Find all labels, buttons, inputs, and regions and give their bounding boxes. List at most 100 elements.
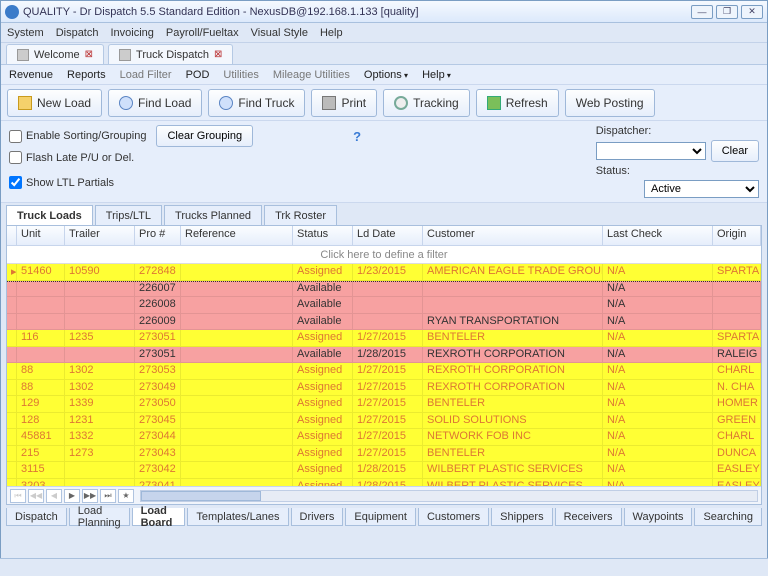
show-ltl-checkbox[interactable]: Show LTL Partials bbox=[9, 176, 253, 189]
tracking-button[interactable]: Tracking bbox=[383, 89, 470, 117]
dock-tab-welcome[interactable]: Welcome ⊠ bbox=[6, 44, 104, 64]
menu-dispatch[interactable]: Dispatch bbox=[56, 27, 99, 39]
nav-next[interactable]: ▶ bbox=[64, 489, 80, 503]
close-icon[interactable]: ⊠ bbox=[214, 49, 222, 60]
bottom-tab-customers[interactable]: Customers bbox=[418, 508, 489, 526]
enable-sorting-checkbox[interactable]: Enable Sorting/Grouping bbox=[9, 130, 146, 143]
bottom-tab-equipment[interactable]: Equipment bbox=[345, 508, 416, 526]
col-ld-date[interactable]: Ld Date bbox=[353, 226, 423, 245]
menu-invoicing[interactable]: Invoicing bbox=[110, 27, 153, 39]
col-customer[interactable]: Customer bbox=[423, 226, 603, 245]
dispatcher-label: Dispatcher: bbox=[596, 125, 652, 137]
table-row[interactable]: 458811332273044Assigned1/27/2015NETWORK … bbox=[7, 429, 761, 446]
submenu-utilities[interactable]: Utilities bbox=[223, 69, 258, 81]
table-row[interactable]: 1161235273051Assigned1/27/2015BENTELERN/… bbox=[7, 330, 761, 347]
submenu-load-filter[interactable]: Load Filter bbox=[120, 69, 172, 81]
nav-prev[interactable]: ◀ bbox=[46, 489, 62, 503]
print-icon bbox=[322, 96, 336, 110]
menu-payroll[interactable]: Payroll/Fueltax bbox=[166, 27, 239, 39]
loads-grid: Unit Trailer Pro # Reference Status Ld D… bbox=[6, 225, 762, 505]
table-row[interactable]: 881302273049Assigned1/27/2015REXROTH COR… bbox=[7, 380, 761, 397]
grid-tab-trips-ltl[interactable]: Trips/LTL bbox=[95, 205, 162, 225]
nav-first[interactable]: ⏮ bbox=[10, 489, 26, 503]
help-icon[interactable]: ? bbox=[353, 129, 361, 144]
table-row[interactable]: 1291339273050Assigned1/27/2015BENTELERN/… bbox=[7, 396, 761, 413]
submenu-options[interactable]: Options bbox=[364, 69, 408, 81]
refresh-icon bbox=[487, 96, 501, 110]
bottom-tab-templates[interactable]: Templates/Lanes bbox=[187, 508, 288, 526]
horizontal-scrollbar[interactable] bbox=[140, 490, 758, 502]
nav-next-page[interactable]: ▶▶ bbox=[82, 489, 98, 503]
submenu-pod[interactable]: POD bbox=[186, 69, 210, 81]
welcome-icon bbox=[17, 49, 29, 61]
bottom-tab-waypoints[interactable]: Waypoints bbox=[624, 508, 693, 526]
grid-tab-trk-roster[interactable]: Trk Roster bbox=[264, 205, 337, 225]
menu-system[interactable]: System bbox=[7, 27, 44, 39]
status-label: Status: bbox=[596, 165, 630, 177]
bottom-tab-dispatch[interactable]: Dispatch bbox=[6, 508, 67, 526]
menu-visual-style[interactable]: Visual Style bbox=[251, 27, 308, 39]
col-trailer[interactable]: Trailer bbox=[65, 226, 135, 245]
main-menubar: System Dispatch Invoicing Payroll/Fuelta… bbox=[1, 23, 767, 43]
find-truck-icon bbox=[219, 96, 233, 110]
bottom-tab-searching[interactable]: Searching bbox=[694, 508, 762, 526]
submenu-reports[interactable]: Reports bbox=[67, 69, 106, 81]
sub-menubar: Revenue Reports Load Filter POD Utilitie… bbox=[1, 65, 767, 85]
table-row[interactable]: 226008AvailableN/A bbox=[7, 297, 761, 314]
bottom-tab-load-board[interactable]: Load Board bbox=[132, 508, 186, 526]
clear-grouping-button[interactable]: Clear Grouping bbox=[156, 125, 253, 147]
clear-dispatcher-button[interactable]: Clear bbox=[711, 140, 759, 162]
new-icon bbox=[18, 96, 32, 110]
close-icon[interactable]: ⊠ bbox=[85, 49, 93, 60]
table-row[interactable]: 1281231273045Assigned1/27/2015SOLID SOLU… bbox=[7, 413, 761, 430]
find-load-button[interactable]: Find Load bbox=[108, 89, 202, 117]
web-posting-button[interactable]: Web Posting bbox=[565, 89, 655, 117]
app-icon bbox=[5, 5, 19, 19]
table-row[interactable]: 3203273041Assigned1/28/2015WILBERT PLAST… bbox=[7, 479, 761, 487]
table-row[interactable]: 226009AvailableRYAN TRANSPORTATIONN/A bbox=[7, 314, 761, 331]
row-indicator-header[interactable] bbox=[7, 226, 17, 245]
table-row[interactable]: 3115273042Assigned1/28/2015WILBERT PLAST… bbox=[7, 462, 761, 479]
window-title: QUALITY - Dr Dispatch 5.5 Standard Editi… bbox=[23, 6, 691, 18]
status-select[interactable]: Active bbox=[644, 180, 759, 198]
maximize-button[interactable]: ❐ bbox=[716, 5, 738, 19]
col-reference[interactable]: Reference bbox=[181, 226, 293, 245]
bottom-tab-load-planning[interactable]: Load Planning bbox=[69, 508, 130, 526]
dock-tab-truck-dispatch[interactable]: Truck Dispatch ⊠ bbox=[108, 44, 233, 64]
nav-prev-page[interactable]: ◀◀ bbox=[28, 489, 44, 503]
flash-late-checkbox[interactable]: Flash Late P/U or Del. bbox=[9, 151, 253, 164]
new-load-button[interactable]: New Load bbox=[7, 89, 102, 117]
table-row[interactable]: 881302273053Assigned1/27/2015REXROTH COR… bbox=[7, 363, 761, 380]
dispatcher-select[interactable] bbox=[596, 142, 706, 160]
nav-last[interactable]: ⏭ bbox=[100, 489, 116, 503]
grid-tab-trucks-planned[interactable]: Trucks Planned bbox=[164, 205, 262, 225]
filter-row[interactable]: Click here to define a filter bbox=[7, 246, 761, 264]
bottom-tab-receivers[interactable]: Receivers bbox=[555, 508, 622, 526]
submenu-revenue[interactable]: Revenue bbox=[9, 69, 53, 81]
col-status[interactable]: Status bbox=[293, 226, 353, 245]
grid-tab-truck-loads[interactable]: Truck Loads bbox=[6, 205, 93, 225]
col-unit[interactable]: Unit bbox=[17, 226, 65, 245]
minimize-button[interactable]: — bbox=[691, 5, 713, 19]
col-origin[interactable]: Origin bbox=[713, 226, 761, 245]
refresh-button[interactable]: Refresh bbox=[476, 89, 559, 117]
table-row[interactable]: 226007AvailableN/A bbox=[7, 281, 761, 298]
dock-tab-label: Welcome bbox=[34, 49, 80, 61]
close-button[interactable]: ✕ bbox=[741, 5, 763, 19]
table-row[interactable]: 273051Available1/28/2015REXROTH CORPORAT… bbox=[7, 347, 761, 364]
scrollbar-thumb[interactable] bbox=[141, 491, 261, 501]
tracking-icon bbox=[394, 96, 408, 110]
find-truck-button[interactable]: Find Truck bbox=[208, 89, 305, 117]
submenu-mileage[interactable]: Mileage Utilities bbox=[273, 69, 350, 81]
menu-help[interactable]: Help bbox=[320, 27, 343, 39]
submenu-help[interactable]: Help bbox=[422, 69, 451, 81]
truck-dispatch-icon bbox=[119, 49, 131, 61]
bottom-tab-drivers[interactable]: Drivers bbox=[291, 508, 344, 526]
print-button[interactable]: Print bbox=[311, 89, 377, 117]
table-row[interactable]: 2151273273043Assigned1/27/2015BENTELERN/… bbox=[7, 446, 761, 463]
table-row[interactable]: ▸5146010590272848Assigned1/23/2015AMERIC… bbox=[7, 264, 761, 281]
bottom-tab-shippers[interactable]: Shippers bbox=[491, 508, 552, 526]
col-last-check[interactable]: Last Check bbox=[603, 226, 713, 245]
col-pro[interactable]: Pro # bbox=[135, 226, 181, 245]
nav-bookmark[interactable]: ★ bbox=[118, 489, 134, 503]
